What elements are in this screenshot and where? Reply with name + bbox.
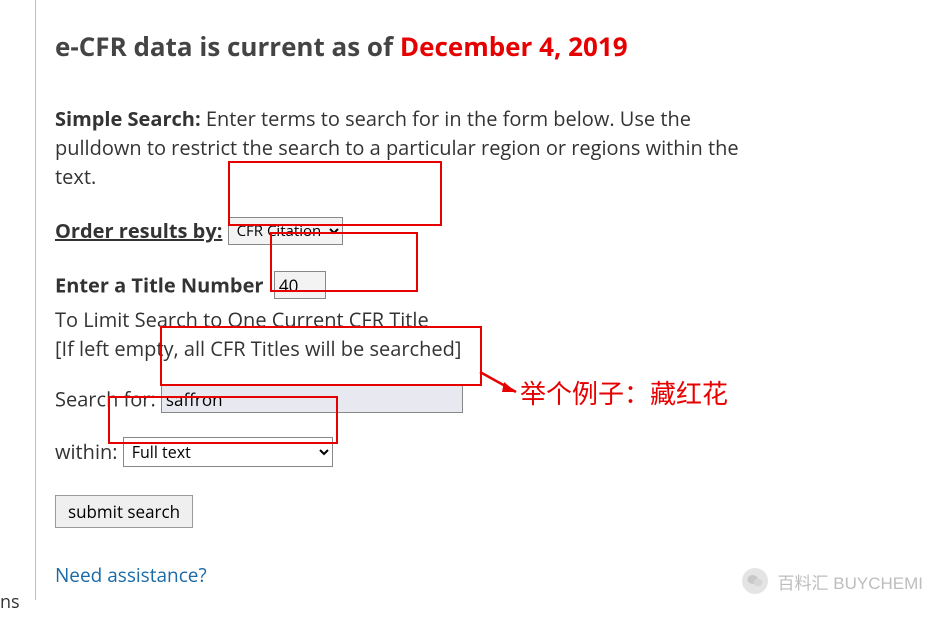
title-number-label: Enter a Title Number bbox=[55, 272, 263, 299]
wechat-icon bbox=[742, 568, 768, 594]
order-row: Order results by: CFR Citation bbox=[55, 217, 755, 245]
vertical-divider bbox=[35, 0, 36, 600]
title-number-row: Enter a Title Number bbox=[55, 271, 755, 299]
within-select[interactable]: Full text bbox=[123, 437, 333, 467]
cut-off-text: ns bbox=[0, 590, 20, 614]
main-content: e-CFR data is current as of December 4, … bbox=[55, 28, 755, 588]
title-number-hint: To Limit Search to One Current CFR Title… bbox=[55, 305, 755, 363]
title-hint-line1: To Limit Search to One Current CFR Title bbox=[55, 305, 755, 334]
currency-date: December 4, 2019 bbox=[400, 28, 628, 64]
order-label: Order results by: bbox=[55, 217, 222, 244]
currency-prefix: e-CFR data is current as of bbox=[55, 28, 400, 64]
title-hint-line2: [If left empty, all CFR Titles will be s… bbox=[55, 334, 755, 363]
within-label: within: bbox=[55, 438, 118, 465]
submit-search-button[interactable]: submit search bbox=[55, 495, 193, 528]
watermark-text: 百料汇 BUYCHEMI bbox=[778, 569, 923, 594]
title-number-input[interactable] bbox=[274, 271, 326, 299]
search-for-input[interactable] bbox=[161, 385, 463, 413]
need-assistance-link[interactable]: Need assistance? bbox=[55, 562, 207, 588]
search-for-label: Search for: bbox=[55, 386, 156, 413]
watermark: 百料汇 BUYCHEMI bbox=[742, 568, 923, 594]
within-row: within: Full text bbox=[55, 437, 755, 467]
order-results-select[interactable]: CFR Citation bbox=[228, 217, 343, 245]
intro-label: Simple Search: bbox=[55, 105, 201, 132]
annotation-example-text: 举个例子：藏红花 bbox=[520, 374, 728, 411]
intro-paragraph: Simple Search: Enter terms to search for… bbox=[55, 104, 755, 191]
currency-statement: e-CFR data is current as of December 4, … bbox=[55, 28, 755, 64]
